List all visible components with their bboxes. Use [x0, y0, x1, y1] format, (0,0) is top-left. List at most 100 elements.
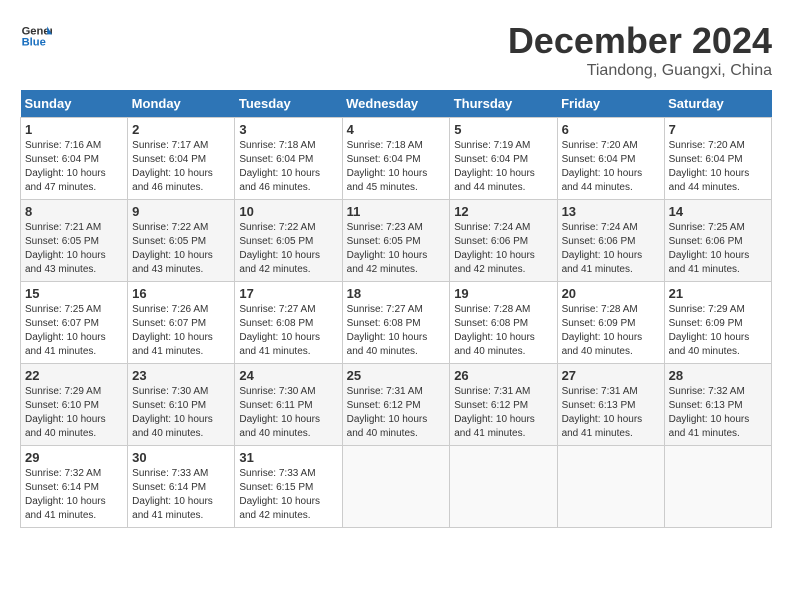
calendar-cell: 2 Sunrise: 7:17 AM Sunset: 6:04 PM Dayli… [128, 118, 235, 200]
calendar-cell [342, 446, 450, 528]
location-title: Tiandong, Guangxi, China [508, 62, 772, 80]
calendar-week-4: 22 Sunrise: 7:29 AM Sunset: 6:10 PM Dayl… [21, 364, 772, 446]
day-info: Sunrise: 7:30 AM Sunset: 6:10 PM Dayligh… [132, 385, 230, 441]
day-number: 26 [454, 368, 552, 383]
day-number: 4 [347, 122, 446, 137]
day-number: 20 [562, 286, 660, 301]
day-number: 18 [347, 286, 446, 301]
day-info: Sunrise: 7:26 AM Sunset: 6:07 PM Dayligh… [132, 303, 230, 359]
day-info: Sunrise: 7:21 AM Sunset: 6:05 PM Dayligh… [25, 221, 123, 277]
day-info: Sunrise: 7:25 AM Sunset: 6:06 PM Dayligh… [669, 221, 767, 277]
calendar-header-row: Sunday Monday Tuesday Wednesday Thursday… [21, 90, 772, 118]
day-number: 16 [132, 286, 230, 301]
day-number: 25 [347, 368, 446, 383]
calendar-cell: 24 Sunrise: 7:30 AM Sunset: 6:11 PM Dayl… [235, 364, 342, 446]
day-number: 27 [562, 368, 660, 383]
calendar-cell: 14 Sunrise: 7:25 AM Sunset: 6:06 PM Dayl… [664, 200, 771, 282]
day-info: Sunrise: 7:32 AM Sunset: 6:14 PM Dayligh… [25, 467, 123, 523]
month-title: December 2024 [508, 20, 772, 62]
day-info: Sunrise: 7:22 AM Sunset: 6:05 PM Dayligh… [239, 221, 337, 277]
day-number: 10 [239, 204, 337, 219]
calendar-cell: 8 Sunrise: 7:21 AM Sunset: 6:05 PM Dayli… [21, 200, 128, 282]
header-thursday: Thursday [450, 90, 557, 118]
day-info: Sunrise: 7:27 AM Sunset: 6:08 PM Dayligh… [239, 303, 337, 359]
header-tuesday: Tuesday [235, 90, 342, 118]
calendar-cell: 4 Sunrise: 7:18 AM Sunset: 6:04 PM Dayli… [342, 118, 450, 200]
day-info: Sunrise: 7:19 AM Sunset: 6:04 PM Dayligh… [454, 139, 552, 195]
calendar-cell: 12 Sunrise: 7:24 AM Sunset: 6:06 PM Dayl… [450, 200, 557, 282]
calendar-cell: 22 Sunrise: 7:29 AM Sunset: 6:10 PM Dayl… [21, 364, 128, 446]
calendar-cell: 17 Sunrise: 7:27 AM Sunset: 6:08 PM Dayl… [235, 282, 342, 364]
calendar-cell: 25 Sunrise: 7:31 AM Sunset: 6:12 PM Dayl… [342, 364, 450, 446]
calendar-cell: 28 Sunrise: 7:32 AM Sunset: 6:13 PM Dayl… [664, 364, 771, 446]
calendar-cell: 30 Sunrise: 7:33 AM Sunset: 6:14 PM Dayl… [128, 446, 235, 528]
day-info: Sunrise: 7:33 AM Sunset: 6:15 PM Dayligh… [239, 467, 337, 523]
day-info: Sunrise: 7:24 AM Sunset: 6:06 PM Dayligh… [454, 221, 552, 277]
day-number: 28 [669, 368, 767, 383]
calendar-cell: 15 Sunrise: 7:25 AM Sunset: 6:07 PM Dayl… [21, 282, 128, 364]
calendar-cell: 21 Sunrise: 7:29 AM Sunset: 6:09 PM Dayl… [664, 282, 771, 364]
day-info: Sunrise: 7:31 AM Sunset: 6:13 PM Dayligh… [562, 385, 660, 441]
calendar-week-3: 15 Sunrise: 7:25 AM Sunset: 6:07 PM Dayl… [21, 282, 772, 364]
day-number: 24 [239, 368, 337, 383]
day-info: Sunrise: 7:20 AM Sunset: 6:04 PM Dayligh… [562, 139, 660, 195]
day-number: 9 [132, 204, 230, 219]
calendar-week-2: 8 Sunrise: 7:21 AM Sunset: 6:05 PM Dayli… [21, 200, 772, 282]
calendar-cell [450, 446, 557, 528]
day-number: 22 [25, 368, 123, 383]
day-number: 3 [239, 122, 337, 137]
day-number: 13 [562, 204, 660, 219]
day-info: Sunrise: 7:17 AM Sunset: 6:04 PM Dayligh… [132, 139, 230, 195]
day-number: 14 [669, 204, 767, 219]
day-info: Sunrise: 7:23 AM Sunset: 6:05 PM Dayligh… [347, 221, 446, 277]
calendar-cell: 10 Sunrise: 7:22 AM Sunset: 6:05 PM Dayl… [235, 200, 342, 282]
header-friday: Friday [557, 90, 664, 118]
day-number: 23 [132, 368, 230, 383]
day-number: 6 [562, 122, 660, 137]
calendar-cell: 27 Sunrise: 7:31 AM Sunset: 6:13 PM Dayl… [557, 364, 664, 446]
day-number: 2 [132, 122, 230, 137]
day-number: 5 [454, 122, 552, 137]
day-info: Sunrise: 7:29 AM Sunset: 6:09 PM Dayligh… [669, 303, 767, 359]
logo: General Blue [20, 20, 52, 52]
calendar-cell: 29 Sunrise: 7:32 AM Sunset: 6:14 PM Dayl… [21, 446, 128, 528]
day-info: Sunrise: 7:30 AM Sunset: 6:11 PM Dayligh… [239, 385, 337, 441]
day-info: Sunrise: 7:28 AM Sunset: 6:08 PM Dayligh… [454, 303, 552, 359]
calendar-cell: 20 Sunrise: 7:28 AM Sunset: 6:09 PM Dayl… [557, 282, 664, 364]
calendar-cell: 19 Sunrise: 7:28 AM Sunset: 6:08 PM Dayl… [450, 282, 557, 364]
page-header: General Blue December 2024 Tiandong, Gua… [20, 20, 772, 80]
calendar-cell: 13 Sunrise: 7:24 AM Sunset: 6:06 PM Dayl… [557, 200, 664, 282]
title-block: December 2024 Tiandong, Guangxi, China [508, 20, 772, 80]
calendar-cell: 26 Sunrise: 7:31 AM Sunset: 6:12 PM Dayl… [450, 364, 557, 446]
calendar-cell: 6 Sunrise: 7:20 AM Sunset: 6:04 PM Dayli… [557, 118, 664, 200]
day-number: 11 [347, 204, 446, 219]
day-info: Sunrise: 7:24 AM Sunset: 6:06 PM Dayligh… [562, 221, 660, 277]
calendar-week-5: 29 Sunrise: 7:32 AM Sunset: 6:14 PM Dayl… [21, 446, 772, 528]
calendar-cell: 9 Sunrise: 7:22 AM Sunset: 6:05 PM Dayli… [128, 200, 235, 282]
calendar-cell: 16 Sunrise: 7:26 AM Sunset: 6:07 PM Dayl… [128, 282, 235, 364]
calendar-cell [664, 446, 771, 528]
calendar-cell: 3 Sunrise: 7:18 AM Sunset: 6:04 PM Dayli… [235, 118, 342, 200]
calendar-cell: 31 Sunrise: 7:33 AM Sunset: 6:15 PM Dayl… [235, 446, 342, 528]
header-wednesday: Wednesday [342, 90, 450, 118]
day-info: Sunrise: 7:20 AM Sunset: 6:04 PM Dayligh… [669, 139, 767, 195]
calendar-cell [557, 446, 664, 528]
day-info: Sunrise: 7:25 AM Sunset: 6:07 PM Dayligh… [25, 303, 123, 359]
calendar-cell: 18 Sunrise: 7:27 AM Sunset: 6:08 PM Dayl… [342, 282, 450, 364]
day-number: 12 [454, 204, 552, 219]
svg-text:Blue: Blue [22, 37, 46, 49]
calendar-week-1: 1 Sunrise: 7:16 AM Sunset: 6:04 PM Dayli… [21, 118, 772, 200]
day-info: Sunrise: 7:31 AM Sunset: 6:12 PM Dayligh… [347, 385, 446, 441]
day-info: Sunrise: 7:27 AM Sunset: 6:08 PM Dayligh… [347, 303, 446, 359]
day-info: Sunrise: 7:28 AM Sunset: 6:09 PM Dayligh… [562, 303, 660, 359]
calendar-cell: 11 Sunrise: 7:23 AM Sunset: 6:05 PM Dayl… [342, 200, 450, 282]
day-number: 19 [454, 286, 552, 301]
calendar-cell: 5 Sunrise: 7:19 AM Sunset: 6:04 PM Dayli… [450, 118, 557, 200]
day-number: 29 [25, 450, 123, 465]
day-number: 17 [239, 286, 337, 301]
day-info: Sunrise: 7:18 AM Sunset: 6:04 PM Dayligh… [239, 139, 337, 195]
day-number: 7 [669, 122, 767, 137]
day-info: Sunrise: 7:16 AM Sunset: 6:04 PM Dayligh… [25, 139, 123, 195]
day-info: Sunrise: 7:32 AM Sunset: 6:13 PM Dayligh… [669, 385, 767, 441]
day-info: Sunrise: 7:22 AM Sunset: 6:05 PM Dayligh… [132, 221, 230, 277]
